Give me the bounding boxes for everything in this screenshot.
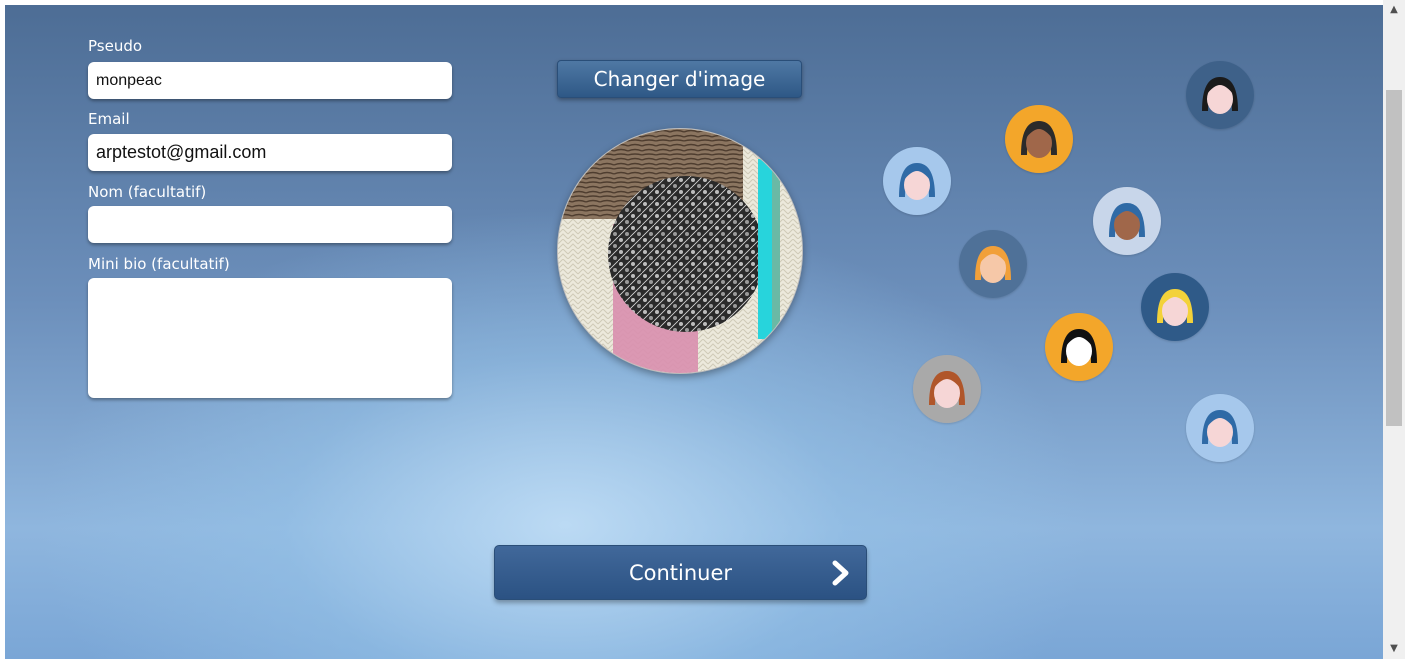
avatar-icon	[1005, 105, 1073, 173]
scroll-down-arrow[interactable]: ▼	[1383, 641, 1405, 657]
bio-textarea[interactable]	[88, 278, 452, 398]
avatar-icon	[1186, 394, 1254, 462]
avatar-icon	[1141, 273, 1209, 341]
avatar-dark-hair-woman[interactable]	[1186, 61, 1254, 129]
avatar-blue-hair-boy[interactable]	[1093, 187, 1161, 255]
email-input[interactable]	[88, 134, 452, 171]
continue-label: Continuer	[628, 561, 733, 585]
avatar-blue-hair-girl[interactable]	[883, 147, 951, 215]
profile-image-preview	[557, 128, 803, 374]
avatar-icon	[1045, 313, 1113, 381]
avatar-blue-hair-man[interactable]	[1186, 394, 1254, 462]
vertical-scrollbar[interactable]: ▲ ▼	[1383, 0, 1405, 659]
avatar-icon	[913, 355, 981, 423]
profile-image	[558, 129, 802, 373]
scrollbar-thumb[interactable]	[1386, 90, 1402, 426]
scroll-up-arrow[interactable]: ▲	[1383, 2, 1405, 18]
chevron-right-icon	[832, 560, 849, 586]
pseudo-label: Pseudo	[88, 37, 143, 55]
avatar-blonde-woman[interactable]	[1141, 273, 1209, 341]
avatar-bearded-man[interactable]	[959, 230, 1027, 298]
nom-input[interactable]	[88, 206, 452, 243]
email-label: Email	[88, 110, 130, 128]
avatar-black-hair-woman[interactable]	[1045, 313, 1113, 381]
bio-label: Mini bio (facultatif)	[88, 255, 230, 273]
avatar-glasses-man[interactable]	[1005, 105, 1073, 173]
change-image-button[interactable]: Changer d'image	[557, 60, 802, 98]
avatar-icon	[1093, 187, 1161, 255]
continue-button[interactable]: Continuer	[494, 545, 867, 600]
avatar-red-hair-boy[interactable]	[913, 355, 981, 423]
avatar-icon	[959, 230, 1027, 298]
page-background: Pseudo Email Nom (facultatif) Mini bio (…	[5, 5, 1383, 659]
avatar-icon	[883, 147, 951, 215]
nom-label: Nom (facultatif)	[88, 183, 207, 201]
pseudo-input[interactable]	[88, 62, 452, 99]
avatar-icon	[1186, 61, 1254, 129]
